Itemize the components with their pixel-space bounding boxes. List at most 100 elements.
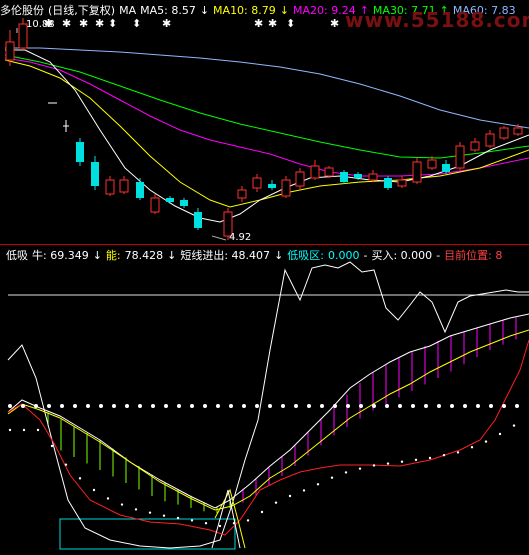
- lower-dot: [330, 476, 334, 479]
- lower-dot: [302, 489, 306, 492]
- threshold-dot: [151, 404, 155, 408]
- ma60-line: [5, 47, 529, 129]
- lower-dot: [274, 501, 278, 504]
- ma5-value: MA5: 8.57: [140, 4, 196, 17]
- lower-dot: [148, 511, 152, 514]
- threshold-dot: [164, 404, 168, 408]
- lower-dot: [498, 432, 502, 436]
- candle-body: [397, 179, 407, 187]
- candle-body: [252, 177, 262, 189]
- candle-body: [91, 162, 99, 186]
- candle-body: [268, 184, 276, 188]
- threshold-dot: [346, 404, 350, 408]
- threshold-dot: [489, 404, 493, 408]
- threshold-dot: [47, 404, 51, 408]
- buy-value: 买入: 0.000: [371, 249, 433, 262]
- niu-arrow: ↓: [92, 249, 102, 262]
- threshold-dot: [60, 404, 64, 408]
- candle-body: [442, 164, 450, 172]
- lower-dotted-curve: [8, 424, 516, 528]
- candle-body: [354, 174, 362, 178]
- main-chart-area[interactable]: ✱ ✱ ✱ ✱ ⬍ ⬍ ✱ ✱ ✱ ⬍ ✱: [0, 0, 529, 244]
- candle-body: [513, 127, 523, 135]
- low-price-label: 4.92: [229, 232, 252, 243]
- lower-dot: [442, 454, 446, 457]
- lower-dot: [288, 494, 292, 498]
- ma5-line: [5, 49, 529, 223]
- niu-value: 牛: 69.349: [32, 249, 89, 262]
- lower-dot: [134, 508, 138, 511]
- dash-separator: -: [436, 249, 441, 262]
- candle-body: [136, 182, 144, 198]
- high-price-label: 10.88: [26, 19, 55, 30]
- lower-dot: [358, 467, 362, 470]
- candle-body: [281, 179, 291, 197]
- lower-dot: [120, 503, 124, 506]
- threshold-dot: [372, 404, 376, 408]
- lower-dot: [386, 462, 390, 465]
- lower-dot: [414, 458, 418, 462]
- candle-body: [324, 167, 334, 177]
- threshold-dot: [502, 404, 506, 408]
- threshold-dot: [463, 404, 467, 408]
- neng-line: [7, 329, 529, 511]
- candle-body: [310, 165, 320, 179]
- lower-dot: [176, 516, 180, 520]
- indicator-header: 低吸 牛: 69.349 ↓ 能: 78.428 ↓ 短线进出: 48.407 ↓ 低吸区: 0.…: [0, 248, 506, 264]
- threshold-dot: [125, 404, 129, 408]
- price-marks: [16, 28, 227, 241]
- lower-dot: [162, 514, 166, 517]
- lower-dot: [106, 497, 110, 500]
- lower-dot: [428, 456, 432, 460]
- lower-dot: [344, 471, 348, 474]
- threshold-dot: [398, 404, 402, 408]
- lower-dot: [218, 524, 222, 528]
- threshold-dot: [515, 404, 519, 408]
- candle-body: [105, 179, 115, 195]
- stock-name: 多伦股份: [0, 4, 44, 17]
- threshold-dot: [216, 404, 220, 408]
- ma5-arrow: ↓: [199, 4, 210, 17]
- candle-body: [340, 172, 348, 182]
- threshold-dot: [450, 404, 454, 408]
- moving-average-lines: [4, 47, 529, 223]
- candle-body: [295, 171, 305, 187]
- candle-body: [119, 179, 129, 193]
- lower-dot: [50, 444, 54, 448]
- threshold-dot: [112, 404, 116, 408]
- ma10-value: MA10: 8.79: [213, 4, 276, 17]
- lower-dot: [232, 522, 236, 525]
- threshold-dot: [99, 404, 103, 408]
- threshold-dot: [320, 404, 324, 408]
- dixi-zone-value: 0.000: [328, 249, 360, 262]
- threshold-dot: [437, 404, 441, 408]
- zone-yellow-line: [214, 488, 246, 549]
- candle-body: [368, 173, 378, 181]
- candle-body: [237, 189, 247, 199]
- buy-red-line: [7, 339, 529, 536]
- dash-separator: -: [363, 249, 368, 262]
- threshold-dot: [424, 404, 428, 408]
- threshold-dot: [385, 404, 389, 408]
- candle-body: [455, 145, 465, 169]
- lower-dot: [92, 488, 96, 492]
- ma10-arrow: ↓: [279, 4, 289, 17]
- candle-body: [499, 127, 509, 139]
- lower-dot: [372, 464, 376, 467]
- candle-body: [166, 198, 174, 202]
- lower-dot: [316, 483, 320, 486]
- threshold-dot: [34, 404, 38, 408]
- threshold-dot: [359, 404, 363, 408]
- lower-dot: [190, 519, 194, 522]
- lower-dot: [22, 428, 26, 432]
- candle-body: [412, 161, 422, 183]
- short-line-value: 短线进出: 48.407: [180, 249, 271, 262]
- candle-body: [180, 200, 188, 206]
- threshold-dot: [21, 404, 25, 408]
- threshold-dot: [333, 404, 337, 408]
- lower-dot: [260, 510, 264, 514]
- lower-dot: [456, 451, 460, 454]
- threshold-dot: [177, 404, 181, 408]
- threshold-dot: [281, 404, 285, 408]
- candle-body: [384, 178, 392, 188]
